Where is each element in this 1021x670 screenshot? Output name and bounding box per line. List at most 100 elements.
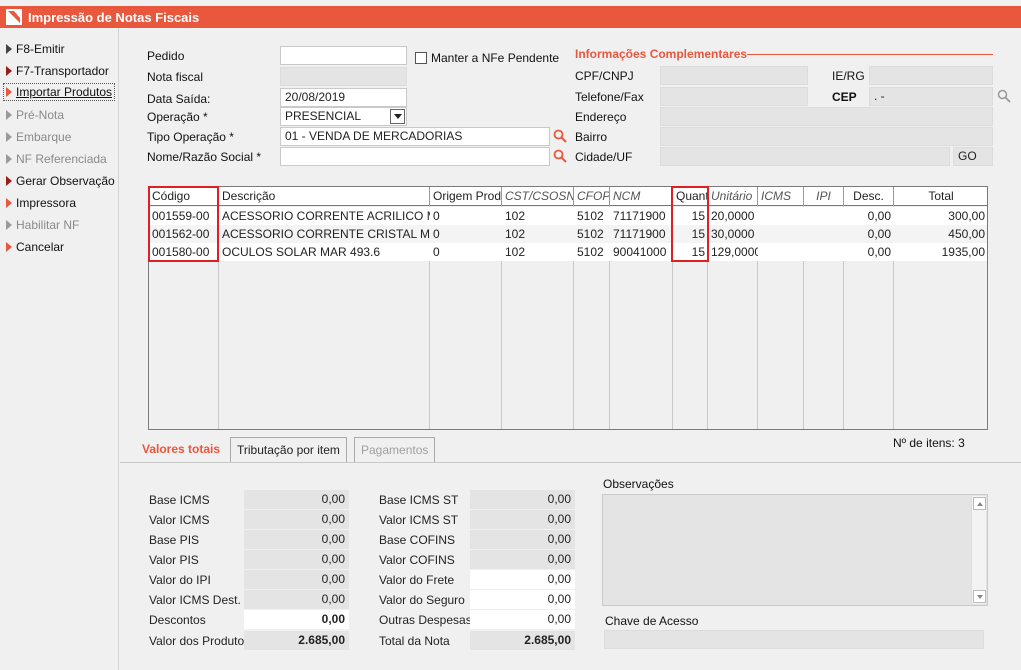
cell-ipi [804,207,844,225]
pedido-input[interactable] [280,46,407,65]
main-panel: Pedido Manter a NFe Pendente Nota fiscal… [120,28,1021,670]
valor-frete-input[interactable]: 0,00 [470,570,575,589]
cell-ipi [804,225,844,243]
cell-ncm: 90041000 [613,245,667,259]
col-origem[interactable]: Origem Prod [430,187,502,206]
sidebar-item-embarque[interactable]: Embarque [6,128,71,146]
ie-rg-field [869,66,993,85]
search-icon[interactable] [553,149,567,163]
window-titlebar: Impressão de Notas Fiscais [0,6,1021,28]
arrow-right-icon [6,176,12,186]
tipo-operacao-input[interactable]: 01 - VENDA DE MERCADORIAS [280,127,550,146]
item-count: Nº de itens: 3 [893,436,965,450]
sidebar-item-transportador[interactable]: F7-Transportador [6,62,109,80]
sidebar-item-emitir[interactable]: F8-Emitir [6,40,65,58]
operacao-select[interactable]: PRESENCIAL [280,107,407,126]
sidebar-item-pre-nota[interactable]: Pré-Nota [6,106,64,124]
sidebar-item-nf-referenciada[interactable]: NF Referenciada [6,150,107,168]
col-ncm[interactable]: NCM [610,187,673,206]
items-grid[interactable]: Código Descrição Origem Prod CST/CSOSN C… [148,186,988,430]
valor-ipi-value: 0,00 [244,570,349,589]
scroll-up-icon[interactable] [973,497,986,510]
codigo-highlight-box [148,186,219,262]
valor-pis-label: Valor PIS [149,553,199,567]
arrow-right-icon [6,242,12,252]
chevron-down-icon[interactable] [390,109,405,124]
chave-acesso-field [604,630,984,649]
sidebar-item-label: Gerar Observação [16,174,115,188]
manter-pendente-label: Manter a NFe Pendente [431,51,560,65]
cell-total: 450,00 [948,227,985,241]
cpf-cnpj-field [660,66,808,85]
descontos-value[interactable]: 0,00 [244,610,349,629]
valor-cofins-label: Valor COFINS [379,553,455,567]
valor-icms-st-value: 0,00 [470,510,575,529]
cell-descricao: ACESSORIO CORRENTE ACRILICO MAR [222,209,430,223]
outras-despesas-input[interactable]: 0,00 [470,610,575,629]
observacoes-textarea[interactable] [602,494,988,606]
table-row[interactable]: 001562-00 ACESSORIO CORRENTE CRISTAL MAR… [149,225,987,243]
section-divider [747,54,993,55]
cell-cst: 102 [505,209,526,223]
col-total[interactable]: Total [894,187,988,206]
sidebar-item-importar-produtos[interactable]: Importar Produtos [3,83,116,101]
cell-origem: 0 [433,245,440,259]
cell-cfop: 5102 [577,227,604,241]
col-unitario[interactable]: Unitário [708,187,758,206]
nome-razao-input[interactable] [280,147,550,166]
nota-fiscal-label: Nota fiscal [147,70,204,84]
total-nota-label: Total da Nota [379,634,450,648]
search-icon[interactable] [553,129,567,143]
cell-total: 1935,00 [941,245,985,259]
col-cst[interactable]: CST/CSOSN [502,187,574,206]
data-saida-input[interactable]: 20/08/2019 [280,88,407,107]
col-icms[interactable]: ICMS [758,187,804,206]
valor-icms-value: 0,00 [244,510,349,529]
info-complementares-title: Informações Complementares [575,47,748,61]
manter-pendente-checkbox[interactable] [415,52,427,64]
arrow-right-icon [6,87,12,97]
tab-pagamentos[interactable]: Pagamentos [354,437,436,463]
telefone-field [660,87,808,106]
cell-ncm: 71171900 [613,209,666,223]
search-icon[interactable] [997,89,1011,103]
base-icms-st-value: 0,00 [470,490,575,509]
cep-label: CEP [832,90,857,104]
col-cfop[interactable]: CFOP [574,187,610,206]
col-descricao[interactable]: Descrição [219,187,430,206]
tab-tributacao-item[interactable]: Tributação por item [230,437,347,463]
arrow-right-icon [6,154,12,164]
cell-desc: 0,00 [867,209,891,223]
cell-icms [758,225,804,243]
table-row[interactable]: 001580-00 OCULOS SOLAR MAR 493.6 0 102 5… [149,243,987,261]
valor-seguro-input[interactable]: 0,00 [470,590,575,609]
sidebar-item-cancelar[interactable]: Cancelar [6,238,64,256]
valor-icms-label: Valor ICMS [149,513,210,527]
bairro-field [660,127,993,146]
arrow-right-icon [6,220,12,230]
endereco-label: Endereço [575,110,627,124]
scrollbar[interactable] [971,496,986,604]
col-desc[interactable]: Desc. [844,187,894,206]
col-ipi[interactable]: IPI [804,187,844,206]
base-icms-value: 0,00 [244,490,349,509]
valor-pis-value: 0,00 [244,550,349,569]
valor-ipi-label: Valor do IPI [149,573,211,587]
scroll-down-icon[interactable] [973,590,986,603]
sidebar-item-label: F7-Transportador [16,64,109,78]
cell-cfop: 5102 [577,209,604,223]
table-row[interactable]: 001559-00 ACESSORIO CORRENTE ACRILICO MA… [149,207,987,225]
sidebar-item-impressora[interactable]: Impressora [6,194,76,212]
tab-valores-totais[interactable]: Valores totais [136,437,227,463]
sidebar: F8-Emitir F7-Transportador Importar Prod… [0,28,119,670]
cell-icms [758,243,804,261]
cell-descricao: ACESSORIO CORRENTE CRISTAL MAR [222,227,430,241]
sidebar-item-gerar-observacao[interactable]: Gerar Observação [6,172,115,190]
cpf-cnpj-label: CPF/CNPJ [575,69,634,83]
cell-desc: 0,00 [867,227,891,241]
cell-cst: 102 [505,245,526,259]
sidebar-item-habilitar-nf[interactable]: Habilitar NF [6,216,79,234]
arrow-right-icon [6,132,12,142]
cell-desc: 0,00 [867,245,891,259]
operacao-label: Operação * [147,110,208,124]
